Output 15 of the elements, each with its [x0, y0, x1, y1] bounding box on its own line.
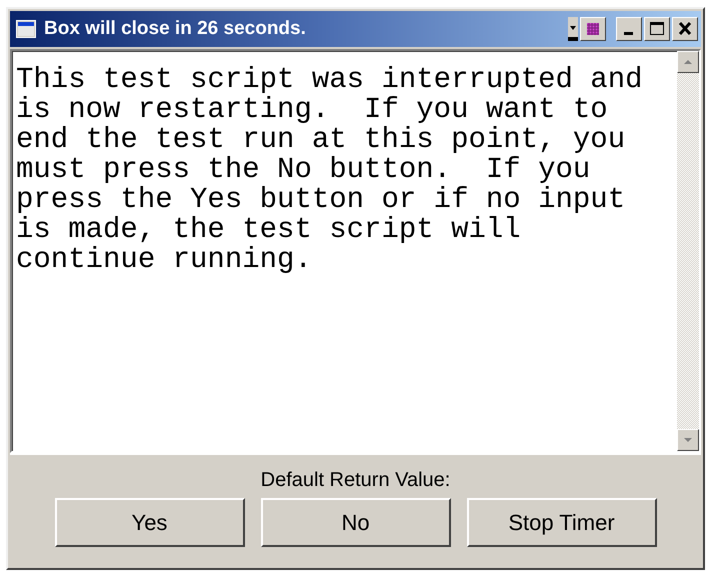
dialog-button[interactable]: Stop Timer [466, 498, 656, 547]
dialog-button[interactable]: Yes [54, 498, 244, 547]
pattern-icon[interactable] [580, 17, 606, 41]
window-title: Box will close in 26 seconds. [44, 18, 306, 40]
dialog-button[interactable]: No [260, 498, 450, 547]
message-area[interactable] [10, 49, 701, 453]
scroll-down-icon[interactable] [677, 429, 699, 451]
close-icon[interactable] [672, 17, 698, 41]
default-return-label: Default Return Value: [260, 469, 450, 492]
message-text: This test script was interrupted and is now restarting. If you want to end the test run at this point, you must press the No button. If you press the Yes button or if no input is made, the test script will continue running. [15, 62, 644, 278]
maximize-icon[interactable] [644, 17, 670, 41]
minimize-icon[interactable] [616, 17, 642, 41]
window-icon [16, 20, 36, 38]
scrollbar[interactable] [677, 51, 699, 451]
scroll-up-icon[interactable] [677, 51, 699, 73]
